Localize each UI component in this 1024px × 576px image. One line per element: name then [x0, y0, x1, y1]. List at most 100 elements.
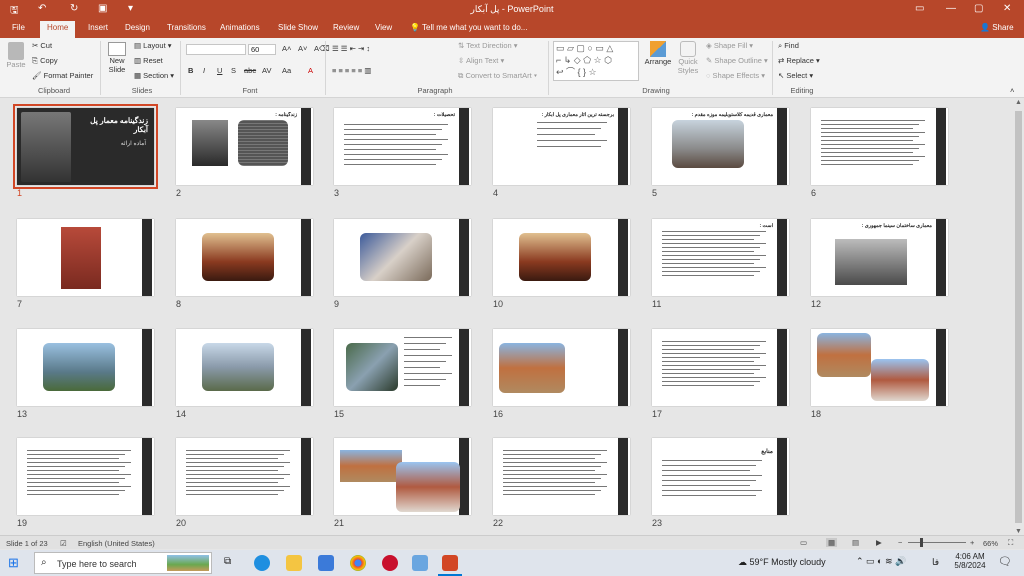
tab-design[interactable]: Design	[125, 23, 150, 32]
convert-smartart-button[interactable]: ⧉ Convert to SmartArt ▾	[458, 71, 537, 81]
slide-thumbnail-6[interactable]	[811, 108, 948, 185]
photos-icon[interactable]	[412, 555, 428, 571]
collapse-ribbon-icon[interactable]: ˄	[1010, 86, 1014, 95]
scroll-up-arrow[interactable]: ▲	[1013, 99, 1024, 106]
replace-button[interactable]: ⇄ Replace ▾	[778, 56, 820, 65]
slide-thumbnail-8[interactable]	[176, 219, 313, 296]
scroll-thumb[interactable]	[1015, 111, 1022, 523]
chrome-icon[interactable]	[350, 555, 366, 571]
align-text-button[interactable]: ⇳ Align Text ▾	[458, 56, 504, 65]
layout-button[interactable]: ▤ Layout ▾	[134, 41, 172, 50]
file-explorer-icon[interactable]	[286, 555, 302, 571]
slide-thumbnail-17[interactable]	[652, 329, 789, 406]
change-case-button[interactable]: Aa	[282, 66, 291, 75]
shapes-gallery[interactable]: ▭ ▱ ▢ ○ ▭ △ ⌐ ↳ ◇ ⬠ ☆ ⬡ ↩ ⌒ { } ☆	[553, 41, 639, 81]
copy-button[interactable]: ⎘ Copy	[32, 56, 58, 66]
slide-sorter-view-icon[interactable]: ▦	[826, 538, 838, 547]
tab-insert[interactable]: Insert	[88, 23, 108, 32]
tell-me-box[interactable]: 💡 Tell me what you want to do...	[410, 23, 527, 32]
ribbon-display-icon[interactable]: ▭	[915, 3, 924, 14]
slide-thumbnail-1[interactable]: زندگینامه معمار پل آبکار آماده ارائه	[13, 104, 158, 189]
slide-thumbnail-16[interactable]	[493, 329, 630, 406]
tab-review[interactable]: Review	[333, 23, 359, 32]
slide-thumbnail-22[interactable]	[493, 438, 630, 515]
slide-thumbnail-18[interactable]	[811, 329, 948, 406]
bullets-icon[interactable]: ☰ ☰ ⇤ ⇥ ↕	[332, 44, 370, 53]
slide-thumbnail-11[interactable]: است :	[652, 219, 789, 296]
fit-to-window-icon[interactable]: ⛶	[1008, 538, 1013, 548]
shape-effects-button[interactable]: ◌ Shape Effects ▾	[706, 71, 765, 80]
slide-thumbnail-13[interactable]	[17, 329, 154, 406]
align-icons[interactable]: ≡ ≡ ≡ ≡ ≡ ▥	[332, 66, 371, 75]
slide-thumbnail-2[interactable]: زندگینامه :	[176, 108, 313, 185]
input-language[interactable]: فا	[932, 557, 939, 568]
clear-formatting-icon[interactable]: A⌫	[314, 44, 330, 53]
tab-view[interactable]: View	[375, 23, 392, 32]
tab-file[interactable]: File	[12, 23, 25, 32]
slide-thumbnail-9[interactable]	[334, 219, 471, 296]
taskbar-search-box[interactable]: ⌕ Type here to search	[34, 552, 212, 574]
slide-thumbnail-12[interactable]: معماری ساختمان سینما جمهوری :	[811, 219, 948, 296]
system-tray-icons[interactable]: ⌃ ▭ ◐ ≋ 🔊	[856, 556, 906, 567]
section-button[interactable]: ▦ Section ▾	[134, 71, 174, 80]
paste-button[interactable]: Paste	[6, 42, 26, 69]
zoom-out-button[interactable]: −	[898, 538, 902, 547]
zoom-level[interactable]: 66%	[983, 539, 998, 548]
slide-thumbnail-20[interactable]	[176, 438, 313, 515]
powerpoint-icon[interactable]	[442, 555, 458, 571]
language-indicator[interactable]: English (United States)	[78, 539, 155, 548]
format-painter-button[interactable]: 🖌 Format Painter	[32, 71, 93, 80]
tab-transitions[interactable]: Transitions	[167, 23, 206, 32]
media-app-icon[interactable]	[382, 555, 398, 571]
spell-check-icon[interactable]: ☑	[60, 539, 67, 548]
vertical-scrollbar[interactable]: ▲ ▼	[1013, 99, 1024, 535]
maximize-icon[interactable]: ▢	[974, 3, 983, 14]
reset-button[interactable]: ▥ Reset	[134, 56, 163, 65]
select-button[interactable]: ↖ Select ▾	[778, 71, 813, 80]
slide-thumbnail-23[interactable]: منابع	[652, 438, 789, 515]
zoom-slider[interactable]	[908, 542, 966, 543]
cut-button[interactable]: ✂ Cut	[32, 41, 52, 50]
italic-button[interactable]: I	[203, 66, 205, 75]
new-slide-button[interactable]: New Slide	[104, 42, 130, 74]
tab-home[interactable]: Home	[40, 21, 76, 38]
close-icon[interactable]: ✕	[1003, 3, 1011, 14]
find-button[interactable]: ⌕ Find	[778, 41, 799, 51]
underline-button[interactable]: U	[217, 66, 222, 75]
quick-styles-button[interactable]: Quick Styles	[674, 41, 702, 75]
shadow-button[interactable]: S	[231, 66, 236, 75]
shape-fill-button[interactable]: ◈ Shape Fill ▾	[706, 41, 753, 50]
slide-thumbnail-19[interactable]	[17, 438, 154, 515]
character-spacing-button[interactable]: AV	[262, 66, 271, 75]
zoom-in-button[interactable]: +	[970, 538, 974, 547]
increase-font-icon[interactable]: A˄	[282, 44, 291, 53]
font-name-box[interactable]	[186, 44, 246, 55]
font-size-box[interactable]: 60	[248, 44, 276, 55]
clock[interactable]: 4:06 AM 5/8/2024	[952, 552, 988, 570]
slide-thumbnail-7[interactable]	[17, 219, 154, 296]
slide-thumbnail-10[interactable]	[493, 219, 630, 296]
mail-icon[interactable]	[318, 555, 334, 571]
tab-slide-show[interactable]: Slide Show	[278, 23, 318, 32]
slide-thumbnail-3[interactable]: تحصیلات :	[334, 108, 471, 185]
zoom-thumb[interactable]	[920, 538, 923, 547]
slide-thumbnail-4[interactable]: برجسته ترین آثار معماری پل آبکار :	[493, 108, 630, 185]
minimize-icon[interactable]: —	[946, 3, 956, 14]
strikethrough-button[interactable]: abc	[244, 66, 256, 75]
font-color-button[interactable]: A	[308, 66, 313, 75]
tab-animations[interactable]: Animations	[220, 23, 260, 32]
slide-thumbnail-14[interactable]	[176, 329, 313, 406]
bold-button[interactable]: B	[188, 66, 193, 75]
reading-view-icon[interactable]: ▤	[852, 538, 859, 547]
text-direction-button[interactable]: ⇅ Text Direction ▾	[458, 41, 518, 50]
normal-view-icon[interactable]: ▭	[800, 538, 807, 547]
share-button[interactable]: 👤 Share	[980, 23, 1014, 32]
notifications-icon[interactable]: 🗨	[998, 555, 1012, 568]
task-view-icon[interactable]: ⧉	[224, 556, 231, 567]
decrease-font-icon[interactable]: A˅	[298, 44, 307, 53]
slide-thumbnail-5[interactable]: معماری قدیمه کلاستوبلیمه موزه مقدم :	[652, 108, 789, 185]
slide-thumbnail-21[interactable]	[334, 438, 471, 515]
scroll-down-arrow[interactable]: ▼	[1013, 528, 1024, 535]
slide-show-view-icon[interactable]: ▶	[876, 538, 882, 547]
edge-icon[interactable]	[254, 555, 270, 571]
